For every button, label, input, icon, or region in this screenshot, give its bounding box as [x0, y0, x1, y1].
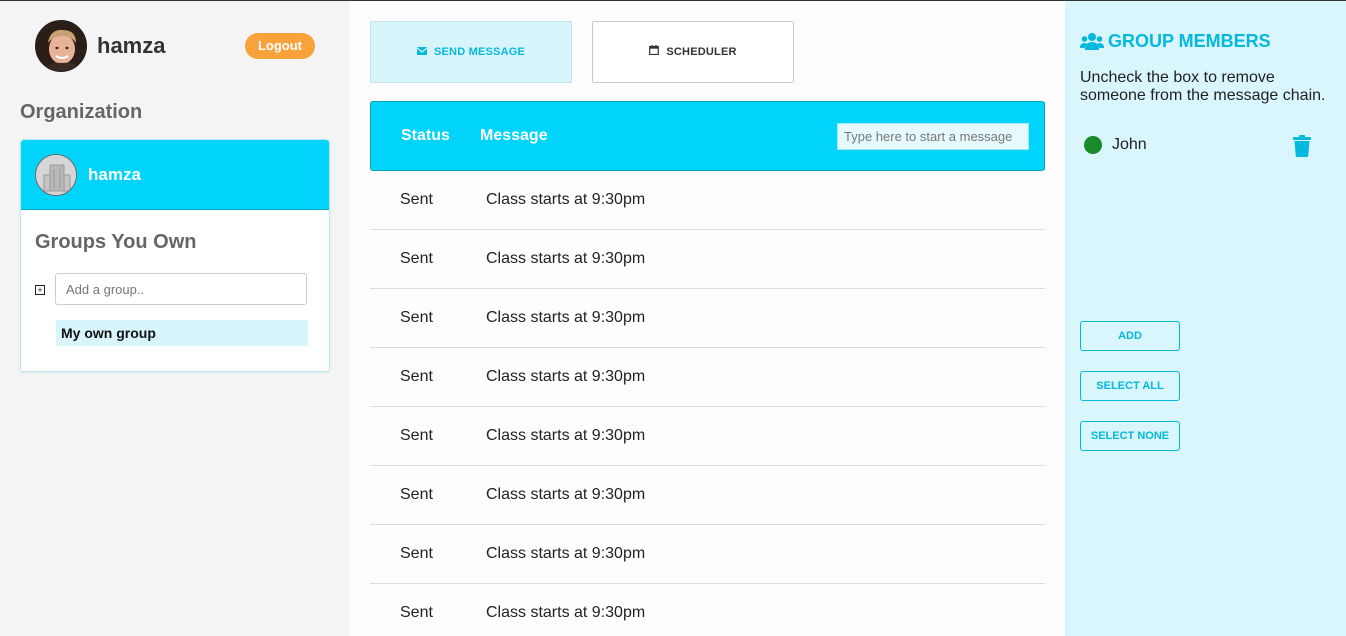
group-members-instructions: Uncheck the box to remove someone from t… — [1080, 69, 1326, 104]
message-input[interactable] — [837, 123, 1029, 150]
group-members-panel: GROUP MEMBERS Uncheck the box to remove … — [1065, 0, 1346, 636]
username: hamza — [97, 33, 166, 58]
messages-header: Status Message — [370, 101, 1045, 171]
member-status-dot — [1084, 136, 1102, 154]
message-status: Sent — [400, 191, 433, 208]
status-column-header: Status — [401, 127, 450, 144]
add-member-button[interactable]: ADD — [1080, 321, 1180, 351]
message-row[interactable]: Sent Class starts at 9:30pm — [370, 466, 1045, 525]
message-status: Sent — [400, 368, 433, 385]
add-group-input[interactable] — [55, 273, 307, 305]
message-status: Sent — [400, 486, 433, 503]
user-avatar[interactable] — [35, 20, 87, 72]
organization-title: Organization — [20, 101, 143, 123]
message-text: Class starts at 9:30pm — [486, 309, 646, 326]
group-item[interactable]: My own group — [56, 320, 308, 346]
message-status: Sent — [400, 250, 433, 267]
message-text: Class starts at 9:30pm — [486, 250, 646, 267]
message-row[interactable]: Sent Class starts at 9:30pm — [370, 525, 1045, 584]
message-text: Class starts at 9:30pm — [486, 604, 646, 621]
message-status: Sent — [400, 309, 433, 326]
select-none-button[interactable]: SELECT NONE — [1080, 421, 1180, 451]
member-item[interactable]: John — [1084, 135, 1314, 157]
message-row[interactable]: Sent Class starts at 9:30pm — [370, 407, 1045, 466]
organization-header[interactable]: hamza — [21, 140, 329, 210]
user-header: hamza Logout — [35, 20, 315, 72]
logout-button[interactable]: Logout — [245, 33, 315, 59]
group-members-title: GROUP MEMBERS — [1080, 31, 1271, 55]
organization-card: hamza Groups You Own + My own group — [20, 139, 330, 372]
message-row[interactable]: Sent Class starts at 9:30pm — [370, 348, 1045, 407]
message-column-header: Message — [480, 127, 548, 144]
calendar-icon — [649, 23, 660, 83]
top-border — [0, 0, 1346, 1]
group-members-title-text: GROUP MEMBERS — [1108, 31, 1271, 51]
envelope-icon — [416, 23, 428, 83]
main-content: SEND MESSAGE SCHEDULER Status Message Se… — [350, 0, 1065, 636]
message-row[interactable]: Sent Class starts at 9:30pm — [370, 584, 1045, 636]
trash-icon[interactable] — [1293, 135, 1311, 157]
messages-list: Sent Class starts at 9:30pm Sent Class sta… — [370, 171, 1045, 636]
scheduler-tab[interactable]: SCHEDULER — [592, 21, 794, 83]
message-row[interactable]: Sent Class starts at 9:30pm — [370, 289, 1045, 348]
message-text: Class starts at 9:30pm — [486, 545, 646, 562]
users-icon — [1080, 32, 1104, 55]
message-text: Class starts at 9:30pm — [486, 486, 646, 503]
member-name: John — [1112, 136, 1147, 153]
message-status: Sent — [400, 604, 433, 621]
plus-square-icon[interactable]: + — [35, 285, 45, 295]
message-text: Class starts at 9:30pm — [486, 427, 646, 444]
message-status: Sent — [400, 427, 433, 444]
sidebar: hamza Logout Organization hamza Groups Y… — [0, 0, 350, 636]
message-row[interactable]: Sent Class starts at 9:30pm — [370, 230, 1045, 289]
message-row[interactable]: Sent Class starts at 9:30pm — [370, 171, 1045, 230]
message-text: Class starts at 9:30pm — [486, 191, 646, 208]
organization-name: hamza — [88, 165, 141, 184]
scheduler-label: SCHEDULER — [666, 46, 737, 58]
send-message-tab[interactable]: SEND MESSAGE — [370, 21, 572, 83]
message-text: Class starts at 9:30pm — [486, 368, 646, 385]
organization-building-icon — [35, 154, 77, 196]
select-all-button[interactable]: SELECT ALL — [1080, 371, 1180, 401]
send-message-label: SEND MESSAGE — [433, 46, 526, 58]
groups-title: Groups You Own — [35, 231, 197, 253]
message-status: Sent — [400, 545, 433, 562]
